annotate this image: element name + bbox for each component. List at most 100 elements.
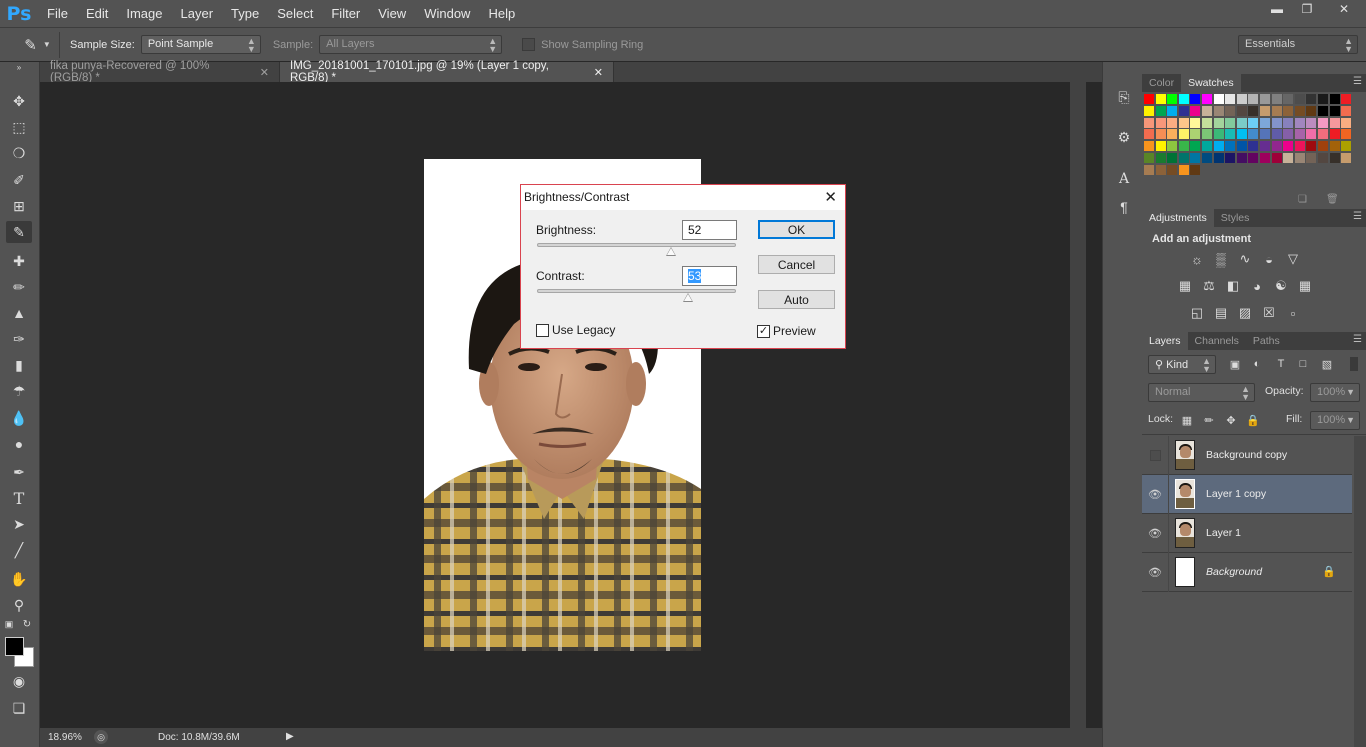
color-swatch[interactable] [1155,105,1166,116]
clone-stamp-tool-icon[interactable]: ▲ [6,302,32,324]
color-swatch[interactable] [1236,105,1247,116]
color-swatch[interactable] [1329,117,1340,128]
vibrance-icon[interactable]: ▽ [1284,251,1302,267]
color-swatch[interactable] [1248,105,1259,116]
menu-type[interactable]: Type [222,6,268,21]
layer-row-layer-1-copy[interactable]: 👁 Layer 1 copy [1142,474,1352,514]
color-swatch[interactable] [1190,141,1201,152]
color-swatch[interactable] [1329,153,1340,163]
color-swatch[interactable] [1167,141,1178,152]
color-swatch[interactable] [1283,141,1294,152]
color-swatch[interactable] [1190,129,1201,140]
marquee-tool-icon[interactable]: ⬚ [6,116,32,138]
cancel-button[interactable]: Cancel [758,255,835,274]
color-swatch[interactable] [1294,117,1305,128]
selective-color-icon[interactable]: ☒ [1260,305,1278,321]
menu-select[interactable]: Select [268,6,322,21]
color-swatch[interactable] [1271,129,1282,140]
filter-type-icon[interactable]: T [1272,356,1290,372]
use-legacy-checkbox[interactable] [536,324,549,337]
color-swatch[interactable] [1248,117,1259,128]
color-swatch[interactable] [1144,117,1154,128]
blend-mode-select[interactable]: Normal ▲ ▼ [1148,383,1255,402]
blur-tool-icon[interactable]: 💧 [6,407,32,429]
color-swatch[interactable] [1236,153,1247,163]
color-swatch[interactable] [1225,117,1236,128]
brightness-slider-track[interactable] [537,243,736,247]
color-swatch[interactable] [1167,164,1178,175]
color-swatch[interactable] [1341,94,1352,104]
path-selection-tool-icon[interactable]: ➤ [6,513,32,535]
screen-mode-icon[interactable]: ❏ [6,697,32,719]
fill-input[interactable]: 100% ▼ [1310,411,1360,430]
paint-bucket-tool-icon[interactable]: ☂ [6,380,32,402]
color-swatch[interactable] [1155,129,1166,140]
color-swatch[interactable] [1260,153,1270,163]
color-swatch[interactable] [1225,94,1236,104]
color-swatch[interactable] [1271,105,1282,116]
color-swatch[interactable] [1248,141,1259,152]
layer-row-layer-1[interactable]: 👁 Layer 1 [1142,513,1352,553]
color-swatch[interactable] [1213,129,1224,140]
filter-shape-icon[interactable]: □ [1294,356,1312,372]
lock-position-icon[interactable]: ✥ [1222,412,1240,428]
character-icon[interactable]: A [1111,168,1137,190]
history-brush-tool-icon[interactable]: ✑ [6,328,32,350]
color-swatch[interactable] [1144,105,1154,116]
color-swatch[interactable] [1271,94,1282,104]
menu-layer[interactable]: Layer [172,6,223,21]
color-swatch[interactable] [1167,94,1178,104]
tab-adjustments[interactable]: Adjustments [1142,209,1214,227]
color-swatch[interactable] [1236,94,1247,104]
color-swatch[interactable] [1260,129,1270,140]
layer-row-background-copy[interactable]: Background copy [1142,435,1352,475]
tab-img-20181001[interactable]: IMG_20181001_170101.jpg @ 19% (Layer 1 c… [280,60,614,84]
menu-help[interactable]: Help [479,6,524,21]
eye-icon[interactable]: 👁 [1142,474,1169,514]
tab-channels[interactable]: Channels [1188,332,1246,350]
color-swatch[interactable] [1202,105,1212,116]
curves-icon[interactable]: ∿ [1236,251,1254,267]
color-swatch[interactable] [1155,153,1166,163]
collapse-icon[interactable]: » [6,62,32,72]
color-swatch[interactable] [1144,164,1154,175]
color-swatch[interactable] [1248,153,1259,163]
panel-menu-icon[interactable]: ☰ [1353,334,1362,345]
lock-all-icon[interactable]: 🔒 [1244,412,1262,428]
color-swatch[interactable] [1213,153,1224,163]
color-swatch[interactable] [1248,129,1259,140]
color-swatch[interactable] [1236,117,1247,128]
brightness-input[interactable]: 52 [682,220,737,240]
layer-name[interactable]: Layer 1 [1206,527,1241,539]
color-swatch[interactable] [1248,94,1259,104]
new-swatch-icon[interactable]: ❏ [1298,194,1307,205]
show-sampling-ring-checkbox[interactable] [522,38,536,51]
pen-tool-icon[interactable]: ✒ [6,461,32,483]
color-swatch[interactable] [1260,105,1270,116]
color-swatch[interactable] [1155,94,1166,104]
brightness-contrast-icon[interactable]: ☼ [1188,251,1206,267]
color-swatch[interactable] [1318,129,1328,140]
opacity-input[interactable]: 100% ▼ [1310,383,1360,402]
color-swatch[interactable] [1318,105,1328,116]
contrast-slider-track[interactable] [537,289,736,293]
color-swatch[interactable] [1225,105,1236,116]
hand-tool-icon[interactable]: ✋ [6,568,32,590]
color-swatch[interactable] [1213,105,1224,116]
color-swatch[interactable] [1167,105,1178,116]
color-swatch[interactable] [1144,129,1154,140]
color-swatch[interactable] [1283,129,1294,140]
color-swatch[interactable] [1260,141,1270,152]
swap-colors-icon[interactable]: ↻ [20,618,34,630]
layer-filter-select[interactable]: ⚲ Kind ▲ ▼ [1148,355,1216,374]
color-swatch[interactable] [1202,117,1212,128]
color-swatch[interactable] [1155,164,1166,175]
color-swatch[interactable] [1190,94,1201,104]
black-white-icon[interactable]: ◧ [1224,278,1242,294]
workspace-select[interactable]: Essentials ▲ ▼ [1238,35,1358,54]
lasso-tool-icon[interactable]: ❍ [6,142,32,164]
eyedropper-tool-icon[interactable]: ✎ [6,221,32,243]
color-swatch[interactable] [1283,117,1294,128]
color-swatch[interactable] [1167,129,1178,140]
dodge-tool-icon[interactable]: ● [6,433,32,455]
